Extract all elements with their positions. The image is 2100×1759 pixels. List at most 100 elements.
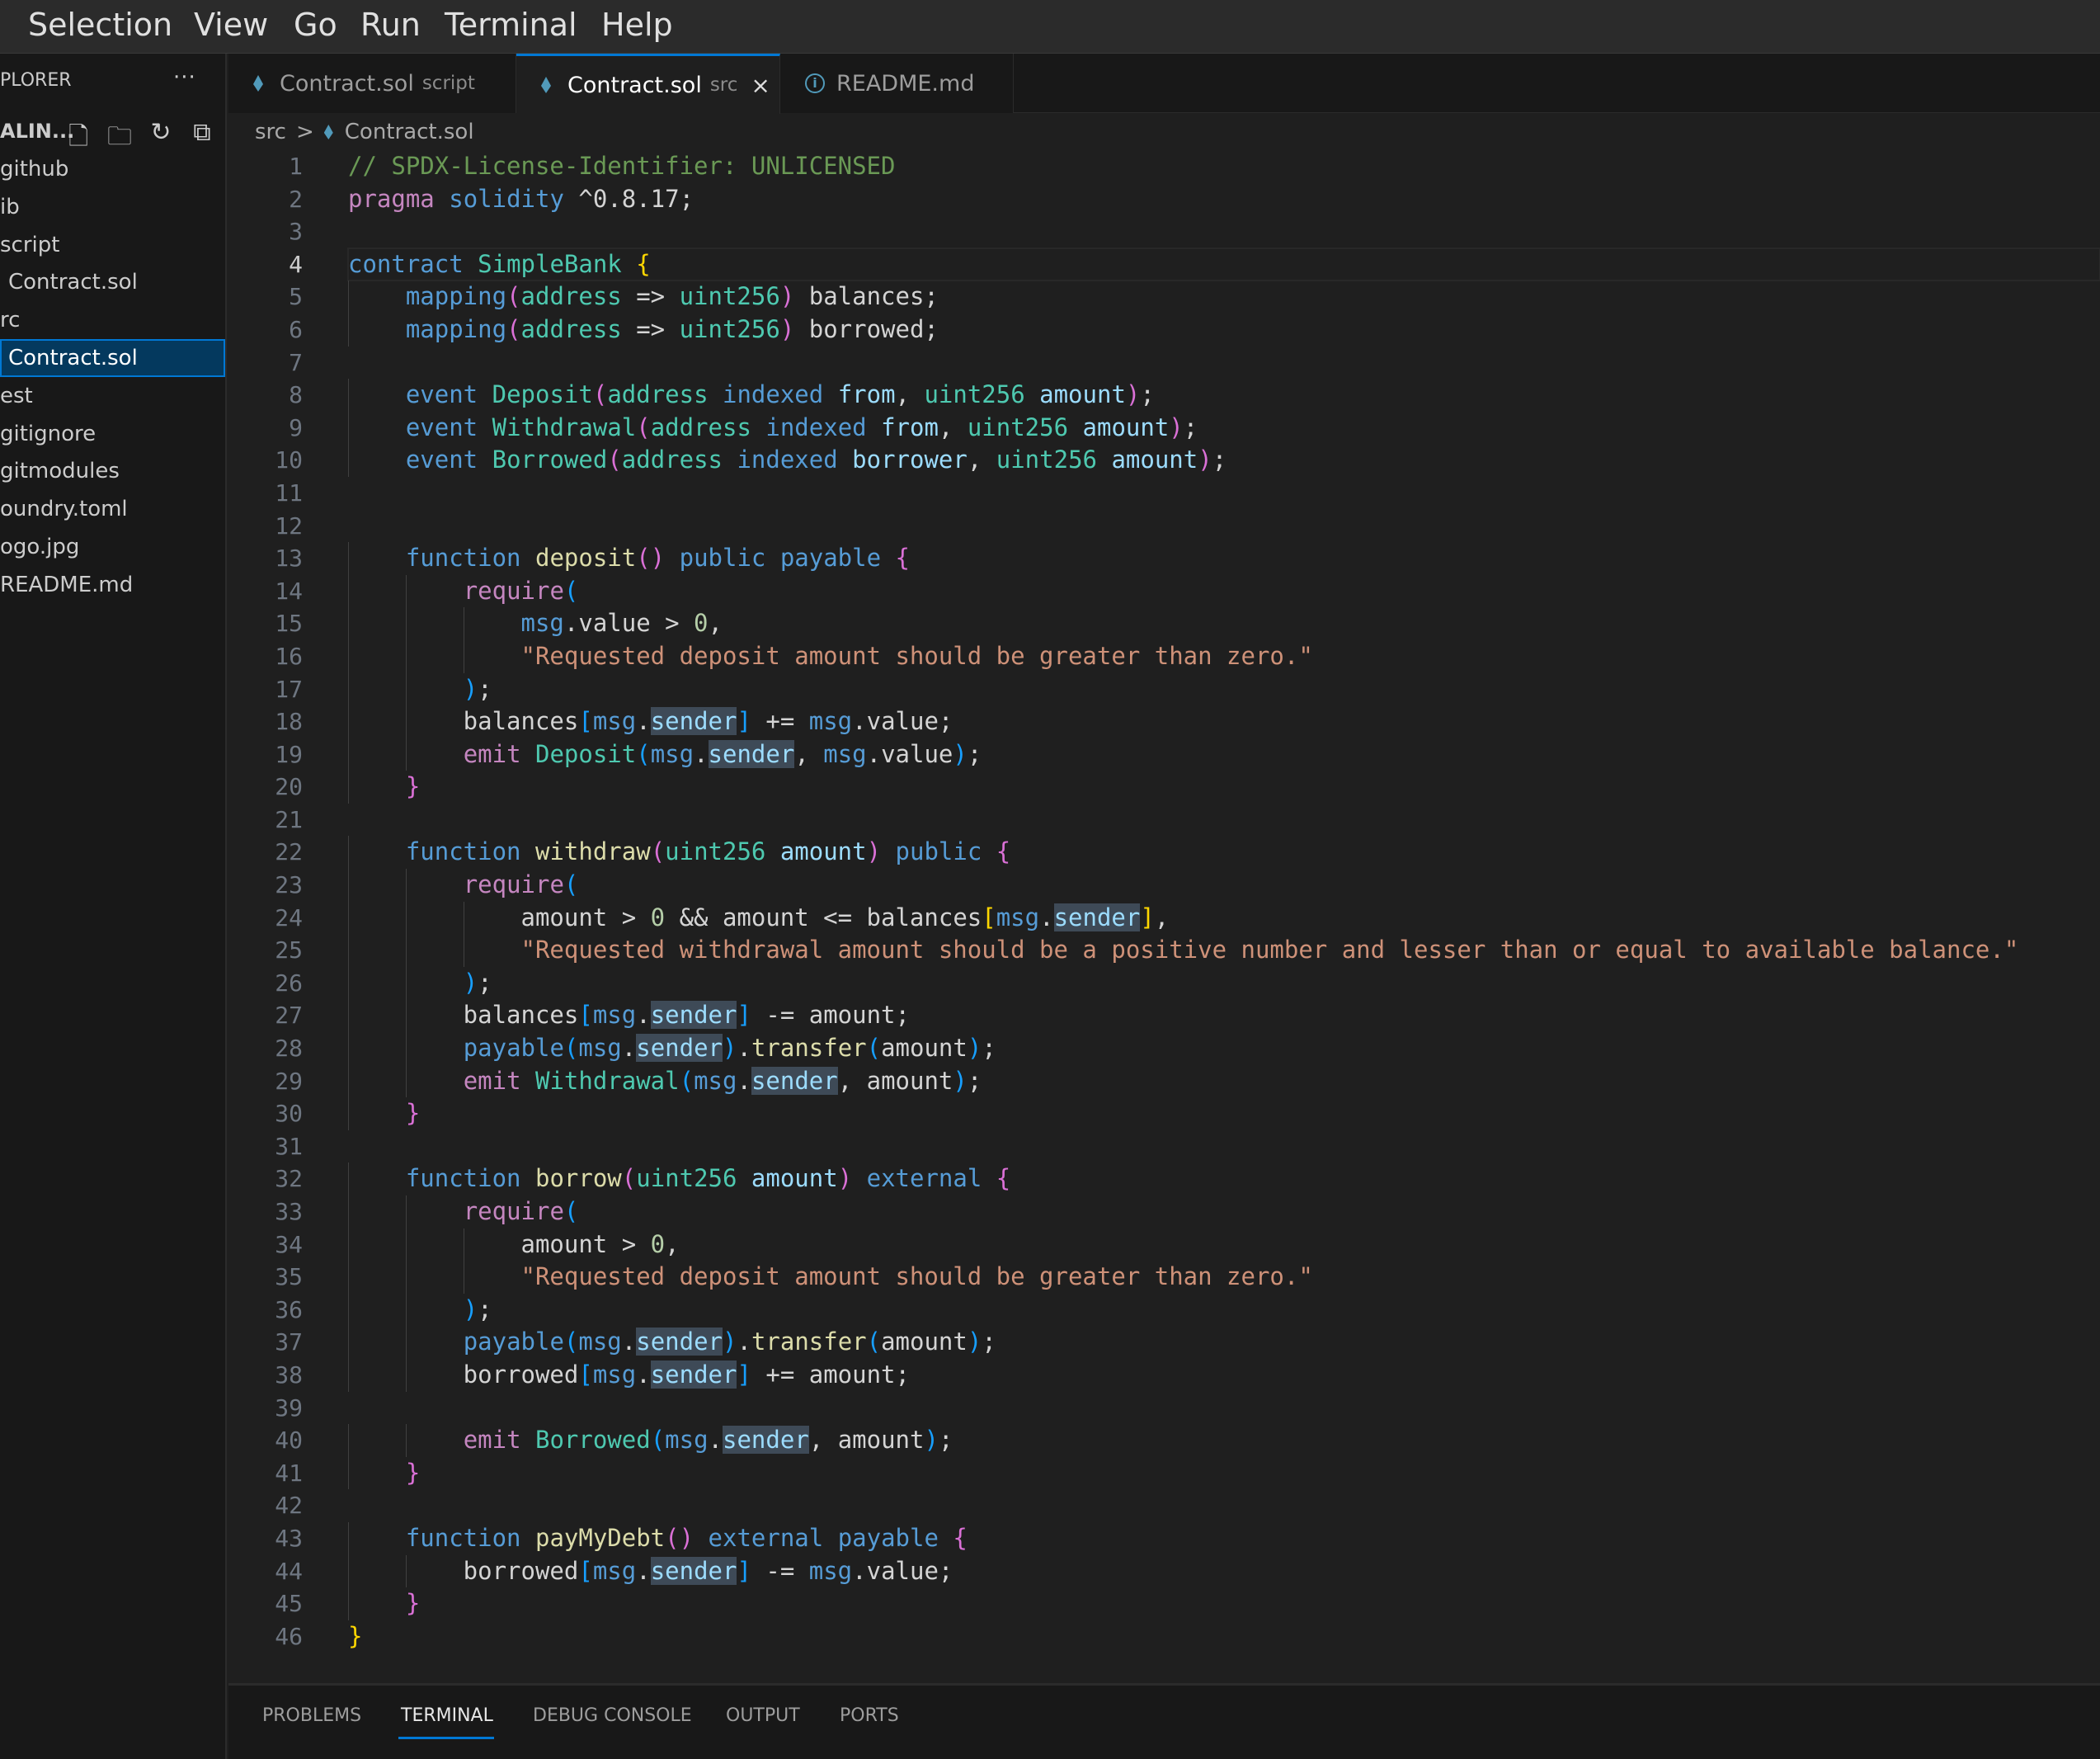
menu-terminal[interactable]: Terminal [445,7,577,43]
code-line[interactable]: ); [348,1293,2100,1327]
code-line[interactable]: ); [348,672,2100,706]
code-line[interactable]: require( [348,869,2100,902]
breadcrumb-file[interactable]: Contract.sol [345,120,474,144]
tree-item[interactable]: gitmodules [0,452,225,490]
tree-item[interactable]: gitignore [0,415,225,453]
code-line[interactable]: // SPDX-License-Identifier: UNLICENSED [348,150,2100,183]
tree-item[interactable]: ogo.jpg [0,528,225,566]
line-number: 26 [275,969,303,997]
indent-guide [348,836,349,870]
code-line[interactable] [348,477,2100,510]
tree-item[interactable]: ib [0,188,225,226]
tree-item[interactable]: script [0,226,225,264]
code-line[interactable]: "Requested withdrawal amount should be a… [348,934,2100,967]
panel-tab-debug-console[interactable]: DEBUG CONSOLE [533,1705,692,1726]
code-line[interactable]: function borrow(uint256 amount) external… [348,1162,2100,1195]
code-line[interactable]: payable(msg.sender).transfer(amount); [348,1032,2100,1065]
code-line[interactable]: "Requested deposit amount should be grea… [348,639,2100,673]
code-editor[interactable]: 1 2 3 4 5 6 7 8 9 10 11 12 13 14 15 16 17 18 19 20 21 22 23 24 2… [228,150,2100,1668]
code-line[interactable]: msg.value > 0, [348,607,2100,640]
tree-item[interactable]: Contract.sol [0,263,225,301]
code-token: emit [463,739,521,768]
code-line[interactable] [348,1130,2100,1163]
tree-item[interactable]: README.md [0,566,225,604]
code-line[interactable]: function deposit() public payable { [348,542,2100,575]
refresh-icon[interactable]: ↻ [147,118,175,147]
code-line[interactable]: } [348,1097,2100,1130]
code-line[interactable]: } [348,1587,2100,1620]
code-line[interactable] [348,347,2100,380]
tab-label: README.md [836,70,975,97]
explorer-title: PLORER [0,70,72,91]
code-token: event [405,380,478,409]
code-token: ( [636,739,651,768]
code-line[interactable]: } [348,771,2100,804]
menu-selection[interactable]: Selection [28,7,172,43]
code-line[interactable]: emit Borrowed(msg.sender, amount); [348,1424,2100,1457]
tab-contract-script[interactable]: Contract.sol script [228,54,516,113]
code-line[interactable]: pragma solidity ^0.8.17; [348,183,2100,216]
tab-readme[interactable]: i README.md [780,54,1014,113]
code-token: amount [779,837,867,866]
panel-tab-problems[interactable]: PROBLEMS [262,1705,361,1726]
code-line[interactable]: event Withdrawal(address indexed from, u… [348,411,2100,445]
code-line[interactable] [348,1489,2100,1522]
code-line[interactable]: balances[msg.sender] -= amount; [348,999,2100,1033]
code-line[interactable]: emit Withdrawal(msg.sender, amount); [348,1064,2100,1098]
tree-item-label: Contract.sol [8,270,138,295]
ellipsis-icon[interactable]: ··· [173,65,196,90]
code-line[interactable]: "Requested deposit amount should be grea… [348,1261,2100,1294]
code-line[interactable]: function withdraw(uint256 amount) public… [348,836,2100,870]
panel-tab-ports[interactable]: PORTS [840,1705,899,1726]
tree-item[interactable]: Contract.sol [0,339,225,377]
code-line[interactable]: contract SimpleBank { [347,247,2100,282]
code-content[interactable]: // SPDX-License-Identifier: UNLICENSED pr… [347,150,2100,1653]
code-line[interactable]: amount > 0, [348,1228,2100,1261]
code-line[interactable]: } [348,1456,2100,1490]
code-line[interactable]: amount > 0 && amount <= balances[msg.sen… [348,901,2100,935]
indent-guide [405,1261,407,1294]
indent-guide [405,999,407,1033]
menu-run[interactable]: Run [360,7,421,43]
code-line[interactable] [348,804,2100,837]
workspace-name[interactable]: ALIN... [0,120,74,143]
code-line[interactable]: function payMyDebt() external payable { [348,1521,2100,1555]
code-line[interactable]: borrowed[msg.sender] -= msg.value; [348,1554,2100,1588]
menu-go[interactable]: Go [294,7,337,43]
code-line[interactable]: borrowed[msg.sender] += amount; [348,1358,2100,1392]
line-number: 6 [289,315,303,343]
code-line[interactable]: payable(msg.sender).transfer(amount); [348,1326,2100,1359]
code-token: uint256 [967,413,1069,441]
code-line[interactable]: mapping(address => uint256) balances; [348,281,2100,314]
menu-view[interactable]: View [194,7,268,43]
tree-item[interactable]: oundry.toml [0,490,225,528]
code-line[interactable]: balances[msg.sender] += msg.value; [348,705,2100,738]
code-line[interactable]: event Borrowed(address indexed borrower,… [348,444,2100,477]
tab-contract-src[interactable]: Contract.sol src × [516,54,780,114]
menu-help[interactable]: Help [601,7,673,43]
code-line[interactable] [348,1392,2100,1425]
code-line[interactable]: emit Deposit(msg.sender, msg.value); [348,738,2100,771]
code-line[interactable]: } [348,1620,2100,1653]
tree-item[interactable]: github [0,150,225,188]
code-line[interactable]: mapping(address => uint256) borrowed; [348,313,2100,347]
panel-tab-terminal[interactable]: TERMINAL [401,1705,493,1726]
tree-item[interactable]: rc [0,301,225,339]
breadcrumb-folder[interactable]: src [255,120,286,144]
indent-guide [348,379,349,412]
tree-item[interactable]: est [0,377,225,415]
collapse-all-icon[interactable]: ⧉ [188,118,216,147]
code-line[interactable]: require( [348,1195,2100,1228]
code-line[interactable]: ); [348,966,2100,1000]
line-number: 33 [275,1198,303,1225]
code-line[interactable]: require( [348,574,2100,608]
panel-tab-output[interactable]: OUTPUT [726,1705,800,1726]
code-line[interactable] [348,215,2100,248]
close-icon[interactable]: × [751,72,770,99]
code-line[interactable]: event Deposit(address indexed from, uint… [348,379,2100,412]
code-line[interactable] [348,510,2100,543]
